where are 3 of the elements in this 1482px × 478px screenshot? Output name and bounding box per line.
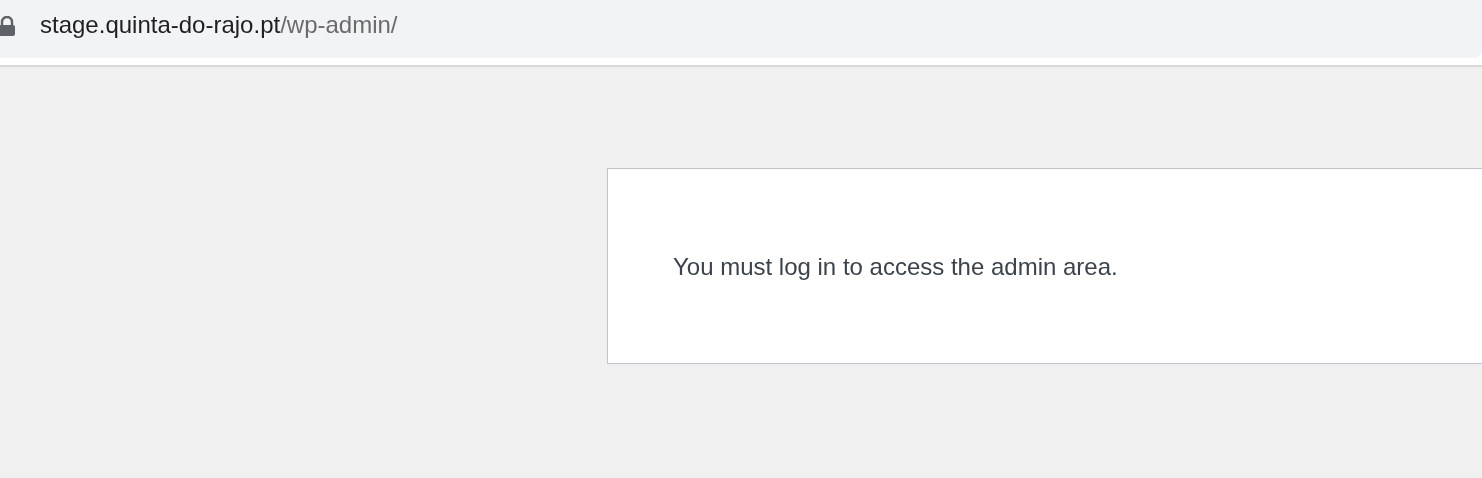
lock-icon <box>0 16 16 36</box>
url-text[interactable]: stage.quinta-do-rajo.pt/wp-admin/ <box>40 11 398 39</box>
message-text: You must log in to access the admin area. <box>673 253 1119 281</box>
